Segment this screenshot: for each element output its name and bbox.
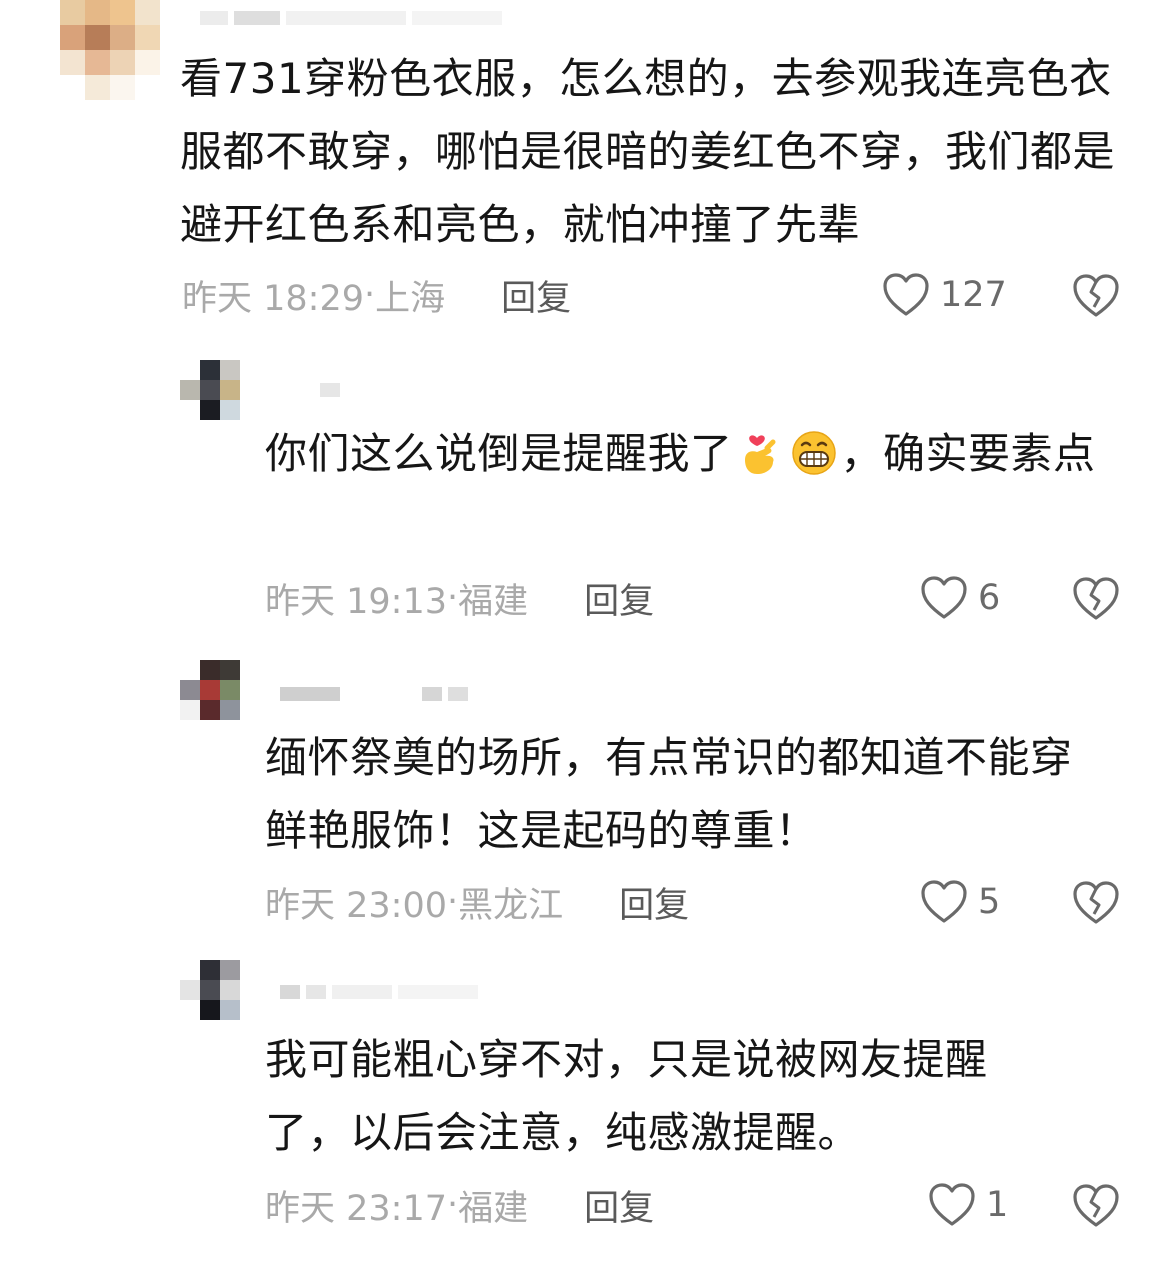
like-count: 5 [978,882,1001,922]
location: 黑龙江 [458,885,564,926]
username-redacted[interactable] [280,682,468,706]
comment-text: 缅怀祭奠的场所，有点常识的都知道不能穿鲜艳服饰！这是起码的尊重！ [265,733,1073,855]
timestamp: 昨天 23:00 [265,885,447,926]
broken-heart-icon[interactable] [1072,1183,1120,1229]
comment-text-part: 你们这么说倒是提醒我了 [265,429,733,478]
username-redacted[interactable] [200,6,502,30]
comment-reply: 缅怀祭奠的场所，有点常识的都知道不能穿鲜艳服饰！这是起码的尊重！ 昨天 23:0… [0,655,1170,945]
reply-button[interactable]: 回复 [501,270,571,321]
comment-reply: 你们这么说倒是提醒我了 ，确实要素点 昨天 19:13 · 福建 回复 6 [0,355,1170,645]
reply-button[interactable]: 回复 [584,573,654,624]
like-button[interactable]: 6 [920,573,1000,623]
comment-main: 看731穿粉色衣服，怎么想的，去参观我连亮色衣服都不敢穿，哪怕是很暗的姜红色不穿… [0,0,1170,340]
timestamp: 昨天 18:29 [182,278,364,319]
like-count: 127 [940,275,1007,315]
comment-meta: 昨天 19:13 · 福建 回复 [265,573,654,623]
like-button[interactable]: 127 [882,270,1007,320]
avatar[interactable] [180,960,240,1020]
like-count: 6 [978,578,1001,618]
location: 上海 [375,278,446,319]
timestamp: 昨天 19:13 [265,581,447,622]
comment-text: 看731穿粉色衣服，怎么想的，去参观我连亮色衣服都不敢穿，哪怕是很暗的姜红色不穿… [180,54,1116,249]
timestamp: 昨天 23:17 [265,1188,447,1229]
heart-outline-icon [921,880,967,923]
finger-heart-emoji [744,435,776,474]
comment-text: 你们这么说倒是提醒我了 ，确实要素点 [265,417,1125,490]
like-count: 1 [986,1185,1009,1225]
avatar[interactable] [180,660,240,720]
username-redacted[interactable] [280,980,478,1004]
like-button[interactable]: 1 [928,1180,1008,1230]
location: 福建 [458,1188,529,1229]
like-button[interactable]: 5 [920,877,1000,927]
avatar[interactable] [180,360,240,420]
grinning-emoji [791,431,836,475]
heart-outline-icon [883,273,929,316]
reply-button[interactable]: 回复 [584,1180,654,1231]
heart-outline-icon [929,1183,975,1226]
username-redacted[interactable] [320,378,340,402]
comment-reply: 我可能粗心穿不对，只是说被网友提醒了，以后会注意，纯感激提醒。 昨天 23:17… [0,955,1170,1265]
comment-text-part: ，确实要素点 [840,429,1096,478]
broken-heart-icon[interactable] [1072,273,1120,319]
broken-heart-icon[interactable] [1072,880,1120,926]
avatar[interactable] [60,0,160,100]
comment-meta: 昨天 23:17 · 福建 回复 [265,1180,654,1230]
broken-heart-icon[interactable] [1072,576,1120,622]
reply-button[interactable]: 回复 [619,877,689,928]
comment-meta: 昨天 23:00 · 黑龙江 回复 [265,877,689,927]
comment-meta: 昨天 18:29 · 上海 回复 [182,270,571,320]
heart-outline-icon [921,576,967,619]
location: 福建 [458,581,529,622]
comment-text: 我可能粗心穿不对，只是说被网友提醒了，以后会注意，纯感激提醒。 [265,1035,988,1157]
